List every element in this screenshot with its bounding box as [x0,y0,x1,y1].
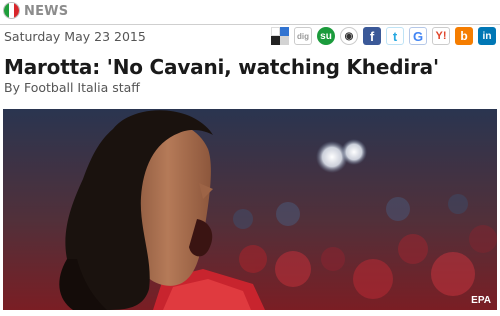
twitter-icon[interactable]: t [386,27,404,45]
divider [0,24,500,25]
section-header: NEWS [0,0,500,24]
photo-credit: EPA [471,295,491,306]
facebook-icon[interactable]: f [363,27,381,45]
yahoo-icon[interactable]: Y! [432,27,450,45]
blogger-icon[interactable]: b [455,27,473,45]
photo-illustration [3,109,497,310]
reddit-icon[interactable]: ◉ [340,27,358,45]
delicious-icon[interactable] [271,27,289,45]
linkedin-icon[interactable]: in [478,27,496,45]
italy-flag-icon [4,3,19,18]
article-headline: Marotta: 'No Cavani, watching Khedira' [4,55,439,79]
google-icon[interactable]: G [409,27,427,45]
digg-icon[interactable]: dig [294,27,312,45]
article-byline: By Football Italia staff [4,80,140,95]
section-title: NEWS [24,4,69,19]
share-toolbar: dig su ◉ f t G Y! b in [271,27,496,45]
stumbleupon-icon[interactable]: su [317,27,335,45]
flag-stripe-red [14,3,19,18]
article-photo[interactable]: EPA [3,109,497,310]
article-date: Saturday May 23 2015 [4,29,146,44]
